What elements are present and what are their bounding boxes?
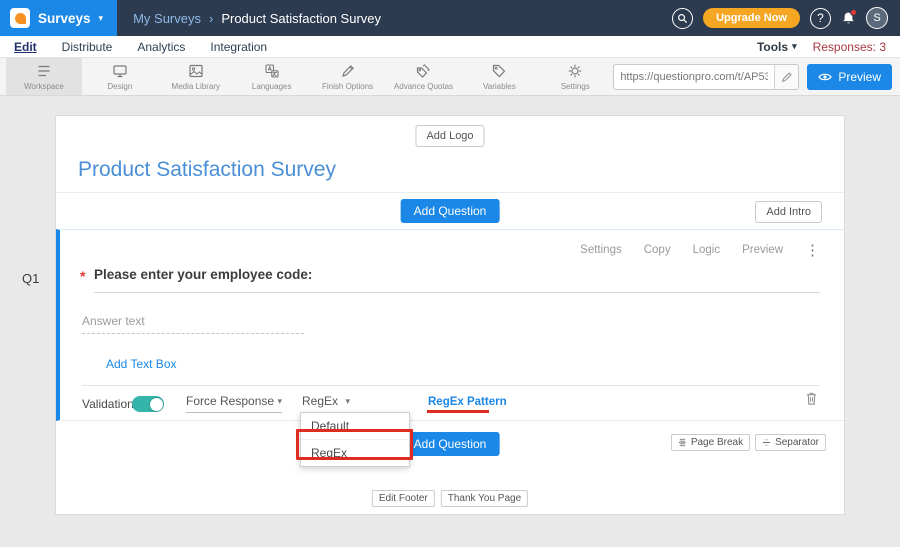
breadcrumb-current-survey: Product Satisfaction Survey (221, 11, 381, 26)
toolbar-item-design[interactable]: Design (82, 58, 158, 95)
toolbar-item-workspace[interactable]: Workspace (6, 58, 82, 95)
add-question-button-bottom[interactable]: Add Question (401, 432, 500, 456)
workspace-icon (36, 63, 52, 79)
pencil-icon (781, 71, 793, 83)
chevron-down-icon: ▾ (345, 397, 350, 406)
tools-menu[interactable]: Tools ▾ (757, 40, 797, 54)
responses-count[interactable]: Responses: 3 (813, 40, 886, 54)
question-copy-link[interactable]: Copy (644, 244, 671, 256)
chevron-down-icon: ▾ (99, 14, 104, 23)
question-number: Q1 (22, 271, 39, 286)
question-logic-link[interactable]: Logic (693, 244, 721, 256)
toolbar-item-languages[interactable]: Languages (234, 58, 310, 95)
breadcrumb-separator-icon: › (209, 11, 213, 26)
question-preview-link[interactable]: Preview (742, 244, 783, 256)
survey-url-box (613, 64, 799, 90)
advance-quotas-icon (415, 63, 431, 79)
add-question-button-top[interactable]: Add Question (401, 199, 500, 223)
validation-type-dropdown[interactable]: RegEx ▾ (302, 394, 350, 413)
navbar-actions: Upgrade Now ? S (672, 7, 900, 29)
chevron-down-icon: ▾ (277, 397, 282, 406)
validation-toggle[interactable] (132, 396, 164, 412)
force-response-dropdown[interactable]: Force Response ▾ (186, 394, 282, 413)
kebab-menu-icon[interactable]: ⋮ (805, 241, 820, 259)
toggle-knob (150, 398, 163, 411)
toolbar-item-settings[interactable]: Settings (537, 58, 613, 95)
breadcrumb-my-surveys[interactable]: My Surveys (133, 11, 201, 26)
tab-distribute[interactable]: Distribute (62, 40, 113, 54)
answer-input-underline (82, 333, 304, 334)
tools-label: Tools (757, 40, 788, 54)
required-asterisk: * (80, 268, 85, 284)
add-logo-button[interactable]: Add Logo (415, 125, 484, 147)
add-text-box-link[interactable]: Add Text Box (106, 357, 177, 371)
logo-bubble-icon (15, 13, 26, 24)
survey-title[interactable]: Product Satisfaction Survey (78, 158, 336, 182)
breadcrumb: My Surveys › Product Satisfaction Survey (133, 11, 381, 26)
languages-icon (264, 63, 280, 79)
toolbar-item-finish-options[interactable]: Finish Options (310, 58, 386, 95)
survey-card: Add Logo Product Satisfaction Survey Add… (55, 115, 845, 515)
notification-badge (850, 9, 857, 16)
tab-integration[interactable]: Integration (210, 40, 267, 54)
tab-bar: Edit Distribute Analytics Integration To… (0, 36, 900, 58)
survey-url-input[interactable] (614, 71, 774, 83)
tab-edit[interactable]: Edit (14, 40, 37, 54)
answer-text-placeholder[interactable]: Answer text (82, 314, 145, 328)
upgrade-now-button[interactable]: Upgrade Now (703, 8, 800, 28)
trash-icon[interactable] (805, 391, 818, 411)
editor-toolbar: Workspace Design Media Library Languages… (0, 58, 900, 96)
notifications-bell-icon[interactable] (841, 11, 856, 26)
thank-you-page-button[interactable]: Thank You Page (441, 490, 528, 507)
edit-footer-button[interactable]: Edit Footer (372, 490, 435, 507)
questionpro-logo (10, 8, 30, 28)
question-settings-link[interactable]: Settings (580, 244, 622, 256)
page-break-icon (678, 438, 687, 447)
design-icon (112, 63, 128, 79)
separator-icon (762, 438, 771, 447)
question-actions: Settings Copy Logic Preview ⋮ (580, 241, 820, 259)
chevron-down-icon: ▾ (792, 42, 797, 51)
regex-pattern-link[interactable]: RegEx Pattern (428, 396, 507, 408)
toolbar-item-media-library[interactable]: Media Library (158, 58, 234, 95)
validation-type-menu: Default RegEx (300, 412, 410, 467)
settings-icon (567, 63, 583, 79)
help-icon[interactable]: ? (810, 8, 831, 29)
toolbar-item-advance-quotas[interactable]: Advance Quotas (386, 58, 462, 95)
search-icon[interactable] (672, 8, 693, 29)
media-library-icon (188, 63, 204, 79)
question-block: Settings Copy Logic Preview ⋮ * Please e… (56, 229, 844, 421)
divider (56, 192, 844, 193)
top-navbar: Surveys ▾ My Surveys › Product Satisfact… (0, 0, 900, 36)
finish-options-icon (340, 63, 356, 79)
variables-icon (491, 63, 507, 79)
menu-item-default[interactable]: Default (301, 413, 409, 440)
divider (82, 385, 820, 386)
brand-label: Surveys (38, 11, 91, 26)
avatar[interactable]: S (866, 7, 888, 29)
surveys-product-menu[interactable]: Surveys ▾ (0, 0, 117, 36)
separator-button[interactable]: Separator (755, 434, 826, 451)
edit-url-button[interactable] (774, 64, 798, 90)
menu-item-regex[interactable]: RegEx (301, 440, 409, 466)
preview-button[interactable]: Preview (807, 64, 892, 90)
tab-analytics[interactable]: Analytics (137, 40, 185, 54)
page-break-button[interactable]: Page Break (671, 434, 750, 451)
question-text[interactable]: Please enter your employee code: (94, 267, 820, 293)
eye-icon (818, 72, 832, 82)
add-intro-button[interactable]: Add Intro (755, 201, 822, 223)
toolbar-item-variables[interactable]: Variables (461, 58, 537, 95)
validation-label: Validation (82, 397, 134, 411)
